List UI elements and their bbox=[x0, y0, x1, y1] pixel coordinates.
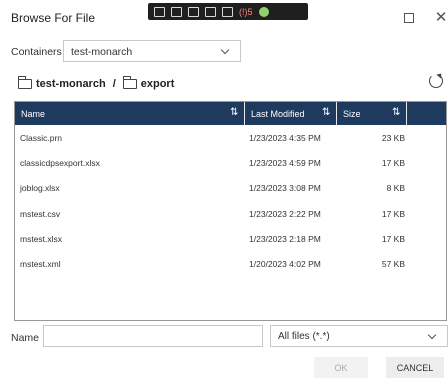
taskbar-overlay: (!)5 bbox=[148, 3, 308, 20]
breadcrumb-separator: / bbox=[112, 78, 116, 90]
filename-input[interactable] bbox=[43, 325, 263, 347]
column-header-size[interactable]: Size ⇅ bbox=[337, 102, 407, 125]
tray-app-icon bbox=[205, 6, 216, 17]
file-type-selected-value: All files (*.*) bbox=[278, 331, 330, 342]
column-header-name[interactable]: Name ⇅ bbox=[15, 102, 245, 125]
file-name: mstest.xml bbox=[20, 259, 61, 269]
file-size: 57 KB bbox=[381, 259, 405, 269]
column-header-last-modified[interactable]: Last Modified ⇅ bbox=[245, 102, 337, 125]
sort-icon[interactable]: ⇅ bbox=[322, 107, 332, 119]
file-size: 23 KB bbox=[381, 133, 405, 143]
filename-label: Name bbox=[11, 332, 40, 344]
breadcrumb-item[interactable]: test-monarch bbox=[36, 78, 106, 90]
file-modified: 1/23/2023 2:22 PM bbox=[249, 209, 321, 219]
table-row[interactable]: mstest.xlsx 1/23/2023 2:18 PM 17 KB bbox=[15, 228, 407, 248]
column-label: Size bbox=[343, 108, 361, 119]
tray-app-icon bbox=[171, 6, 182, 17]
ok-button[interactable]: OK bbox=[314, 357, 368, 378]
file-type-select[interactable]: All files (*.*) bbox=[270, 325, 448, 347]
file-name: mstest.csv bbox=[20, 209, 61, 219]
table-row[interactable]: Classic.prn 1/23/2023 4:35 PM 23 KB bbox=[15, 127, 407, 147]
file-name: Classic.prn bbox=[20, 133, 63, 143]
containers-selected-value: test-monarch bbox=[71, 46, 133, 58]
table-row[interactable]: mstest.csv 1/23/2023 2:22 PM 17 KB bbox=[15, 203, 407, 223]
refresh-icon[interactable] bbox=[429, 74, 443, 88]
table-row[interactable]: classicdpsexport.xlsx 1/23/2023 4:59 PM … bbox=[15, 152, 407, 172]
file-name: mstest.xlsx bbox=[20, 234, 63, 244]
chevron-down-icon bbox=[220, 45, 230, 55]
file-modified: 1/23/2023 3:08 PM bbox=[249, 183, 321, 193]
file-size: 17 KB bbox=[381, 209, 405, 219]
file-table: Name ⇅ Last Modified ⇅ Size ⇅ Classic.pr… bbox=[14, 101, 447, 321]
check-icon bbox=[258, 6, 269, 17]
table-header: Name ⇅ Last Modified ⇅ Size ⇅ bbox=[15, 102, 446, 125]
tray-app-icon bbox=[222, 6, 233, 17]
file-modified: 1/23/2023 2:18 PM bbox=[249, 234, 321, 244]
file-modified: 1/23/2023 4:35 PM bbox=[249, 133, 321, 143]
table-row[interactable]: mstest.xml 1/20/2023 4:02 PM 57 KB bbox=[15, 253, 407, 273]
file-size: 17 KB bbox=[381, 158, 405, 168]
sort-icon[interactable]: ⇅ bbox=[230, 107, 240, 119]
file-name: classicdpsexport.xlsx bbox=[20, 158, 100, 168]
breadcrumb-item[interactable]: export bbox=[141, 78, 175, 90]
folder-icon bbox=[122, 76, 137, 89]
file-modified: 1/20/2023 4:02 PM bbox=[249, 259, 321, 269]
folder-icon bbox=[18, 76, 32, 89]
file-size: 17 KB bbox=[381, 234, 405, 244]
chevron-down-icon bbox=[427, 330, 437, 340]
table-row[interactable]: joblog.xlsx 1/23/2023 3:08 PM 8 KB bbox=[15, 177, 407, 197]
maximize-icon[interactable] bbox=[401, 10, 417, 26]
tray-badge: (!)5 bbox=[239, 6, 253, 17]
cancel-button[interactable]: CANCEL bbox=[386, 357, 444, 378]
column-label: Last Modified bbox=[251, 108, 305, 119]
title-bar: Browse For File (!)5 ✕ bbox=[0, 0, 448, 34]
column-label: Name bbox=[21, 108, 46, 119]
containers-label: Containers bbox=[11, 46, 62, 58]
tray-app-icon bbox=[154, 6, 165, 17]
tray-app-icon bbox=[188, 6, 199, 17]
containers-select[interactable]: test-monarch bbox=[63, 40, 241, 62]
file-name: joblog.xlsx bbox=[20, 183, 60, 193]
file-size: 8 KB bbox=[386, 183, 405, 193]
sort-icon[interactable]: ⇅ bbox=[392, 107, 402, 119]
breadcrumb: test-monarch / export bbox=[18, 76, 174, 92]
file-modified: 1/23/2023 4:59 PM bbox=[249, 158, 321, 168]
window-title: Browse For File bbox=[11, 11, 96, 25]
close-icon[interactable]: ✕ bbox=[433, 10, 448, 26]
